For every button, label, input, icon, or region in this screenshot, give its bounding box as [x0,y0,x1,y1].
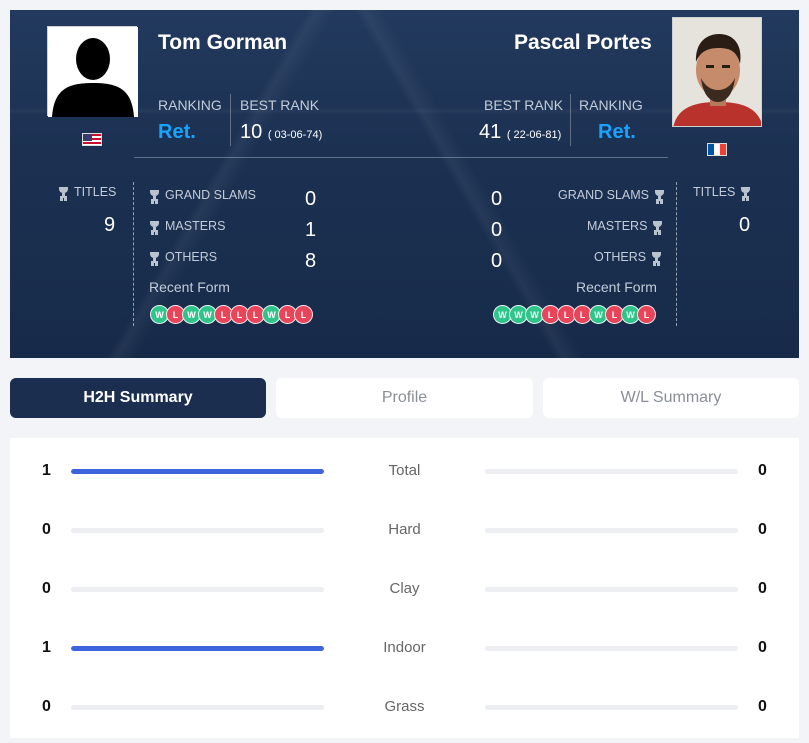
h2h-summary-panel: 1 Total 0 0 Hard 0 0 Clay 0 1 Indoor 0 0 Grass 0 [10,438,799,738]
titles-label-text: TITLES [693,185,736,199]
player2-titles-label: TITLES [693,185,751,199]
h2h-right-value: 0 [758,580,767,597]
player2-grand-slams-value: 0 [491,188,503,210]
h2h-right-bar [485,705,738,710]
h2h-row-grass: 0 Grass 0 [10,692,799,722]
h2h-right-value: 0 [758,462,767,479]
player1-grand-slams-value: 0 [305,188,317,210]
player2-others-label: OTHERS [594,250,662,264]
player2-others-value: 0 [491,250,503,272]
trophy-icon [150,251,159,263]
player1-best-rank-label: BEST RANK [240,97,320,113]
trophy-icon [653,220,663,232]
fr-flag-icon [707,143,727,156]
player1-recent-form-label: Recent Form [149,279,230,295]
player2-best-rank-label: BEST RANK [484,97,564,113]
h2h-row-hard: 0 Hard 0 [10,515,799,545]
player2-grand-slams-label: GRAND SLAMS [558,188,664,202]
player1-grand-slams-label: GRAND SLAMS [150,188,256,202]
h2h-right-value: 0 [758,698,767,715]
player2-best-rank: 41 ( 22-06-81) [479,121,561,144]
player2-ranking-label: RANKING [579,97,643,113]
h2h-right-value: 0 [758,639,767,656]
us-flag-icon [82,133,102,146]
player2-best-rank-value: 41 [479,121,502,143]
tab-profile[interactable]: Profile [276,378,533,418]
h2h-right-bar [485,646,738,651]
player2-masters-label: MASTERS [587,219,663,233]
player1-form-badge-loss[interactable]: L [294,305,313,324]
dotted-divider [133,182,134,326]
h2h-row-indoor: 1 Indoor 0 [10,633,799,663]
h2h-row-clay: 0 Clay 0 [10,574,799,604]
h2h-row-total: 1 Total 0 [10,456,799,486]
trophy-icon [655,189,664,201]
trophy-icon [741,186,751,198]
player2-best-rank-date: ( 22-06-81) [506,129,562,141]
masters-label-text: MASTERS [165,219,226,233]
player1-name[interactable]: Tom Gorman [158,31,287,55]
player1-ranking-label: RANKING [158,97,222,113]
divider [570,94,571,146]
trophy-icon [652,251,662,263]
player1-best-rank: 10 ( 03-06-74) [240,121,322,144]
player1-titles-label: TITLES [59,185,116,199]
player1-ranking-value: Ret. [158,121,196,143]
h2h-right-bar [485,528,738,533]
trophy-icon [150,220,159,232]
h2h-right-bar [485,587,738,592]
player-comparison-header: Tom Gorman RANKING Ret. BEST RANK 10 ( 0… [10,10,799,358]
grand-slams-label-text: GRAND SLAMS [165,188,256,202]
player2-photo[interactable] [672,17,762,127]
tab-h2h-summary[interactable]: H2H Summary [10,378,266,418]
silhouette-icon [48,27,138,117]
player2-recent-form-label: Recent Form [576,279,657,295]
player2-form-badge-loss[interactable]: L [637,305,656,324]
player2-recent-form: WWWLLLWLWL [493,305,656,324]
player1-others-label: OTHERS [150,250,217,264]
player2-portrait-icon [673,18,761,126]
h2h-right-value: 0 [758,521,767,538]
player1-recent-form: WLWWLLLWLL [150,305,313,324]
others-label-text: OTHERS [594,250,647,264]
player1-best-rank-date: ( 03-06-74) [267,129,323,141]
dotted-divider [676,182,677,326]
divider [230,94,231,146]
player1-titles-value: 9 [104,214,116,236]
masters-label-text: MASTERS [587,219,648,233]
player1-masters-value: 1 [305,219,317,241]
h2h-right-bar [485,469,738,474]
player1-masters-label: MASTERS [150,219,225,233]
trophy-icon [150,189,159,201]
player1-others-value: 8 [305,250,317,272]
grand-slams-label-text: GRAND SLAMS [558,188,649,202]
player2-masters-value: 0 [491,219,503,241]
tab-wl-summary[interactable]: W/L Summary [543,378,799,418]
trophy-icon [59,186,68,198]
player1-best-rank-value: 10 [240,121,263,143]
player2-ranking-value: Ret. [598,121,636,143]
titles-label-text: TITLES [74,185,117,199]
player1-avatar-placeholder[interactable] [47,26,138,117]
player2-name[interactable]: Pascal Portes [514,31,652,55]
header-divider [134,157,668,158]
others-label-text: OTHERS [165,250,218,264]
player2-titles-value: 0 [739,214,751,236]
